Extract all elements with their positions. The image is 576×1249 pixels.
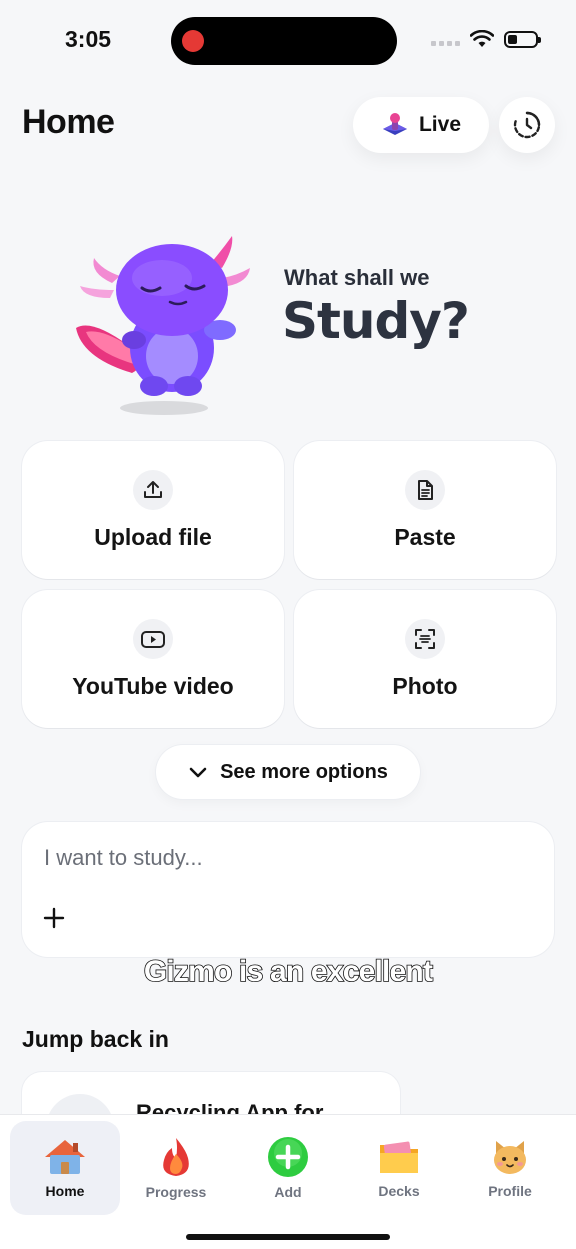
tab-home-label: Home: [45, 1183, 85, 1199]
tab-add-label: Add: [274, 1184, 302, 1200]
dynamic-island: [171, 17, 397, 65]
tab-decks[interactable]: Decks: [344, 1121, 454, 1215]
page-title: Home: [22, 103, 115, 141]
hero-title: Study?: [282, 292, 470, 350]
paste-label: Paste: [394, 523, 456, 550]
see-more-options-button[interactable]: See more options: [156, 745, 420, 799]
plus-icon: [43, 907, 65, 929]
home-indicator[interactable]: [186, 1234, 390, 1240]
live-person-icon: [382, 113, 407, 135]
tab-decks-label: Decks: [378, 1183, 420, 1199]
chevron-down-icon: [189, 767, 207, 778]
axolotl-mascot: [76, 236, 250, 415]
tab-home[interactable]: Home: [10, 1121, 120, 1215]
upload-file-label: Upload file: [94, 523, 212, 550]
cat-icon: [494, 1141, 526, 1174]
tab-profile-label: Profile: [488, 1183, 532, 1199]
paste-card[interactable]: Paste: [294, 441, 556, 579]
youtube-video-card[interactable]: YouTube video: [22, 590, 284, 728]
scan-icon: [405, 618, 445, 659]
study-input-box[interactable]: [22, 822, 554, 957]
hero-subtitle: What shall we: [284, 265, 430, 290]
tab-progress-label: Progress: [145, 1184, 207, 1200]
cellular-signal-icon: [431, 32, 460, 46]
photo-card[interactable]: Photo: [294, 590, 556, 728]
battery-icon: [504, 30, 541, 48]
history-clock-icon: [513, 111, 541, 139]
tab-progress[interactable]: Progress: [121, 1121, 231, 1215]
recording-indicator-icon: [182, 30, 204, 52]
attach-button[interactable]: [40, 904, 68, 932]
plus-circle-icon: [268, 1137, 308, 1177]
history-button[interactable]: [499, 97, 555, 153]
folder-icon: [380, 1141, 418, 1173]
tab-add[interactable]: Add: [233, 1121, 343, 1215]
study-input[interactable]: [42, 844, 526, 872]
bottom-tab-bar: Home Progress Add Decks Profile: [0, 1114, 576, 1249]
video-caption: Gizmo is an excellent: [143, 954, 434, 989]
play-icon: [133, 618, 173, 659]
live-label: Live: [418, 113, 462, 136]
upload-file-card[interactable]: Upload file: [22, 441, 284, 579]
jump-back-in-title: Jump back in: [22, 1026, 169, 1052]
fire-icon: [163, 1138, 189, 1176]
status-time: 3:05: [65, 26, 112, 52]
youtube-video-label: YouTube video: [72, 672, 234, 699]
status-bar: 3:05: [0, 0, 576, 84]
photo-label: Photo: [392, 672, 458, 699]
wifi-icon: [470, 30, 494, 47]
see-more-options-label: See more options: [220, 760, 388, 783]
document-icon: [405, 469, 445, 510]
status-icons: [431, 30, 541, 48]
upload-icon: [133, 469, 173, 510]
live-button[interactable]: Live: [353, 97, 489, 153]
tab-profile[interactable]: Profile: [455, 1121, 565, 1215]
house-icon: [45, 1140, 85, 1174]
